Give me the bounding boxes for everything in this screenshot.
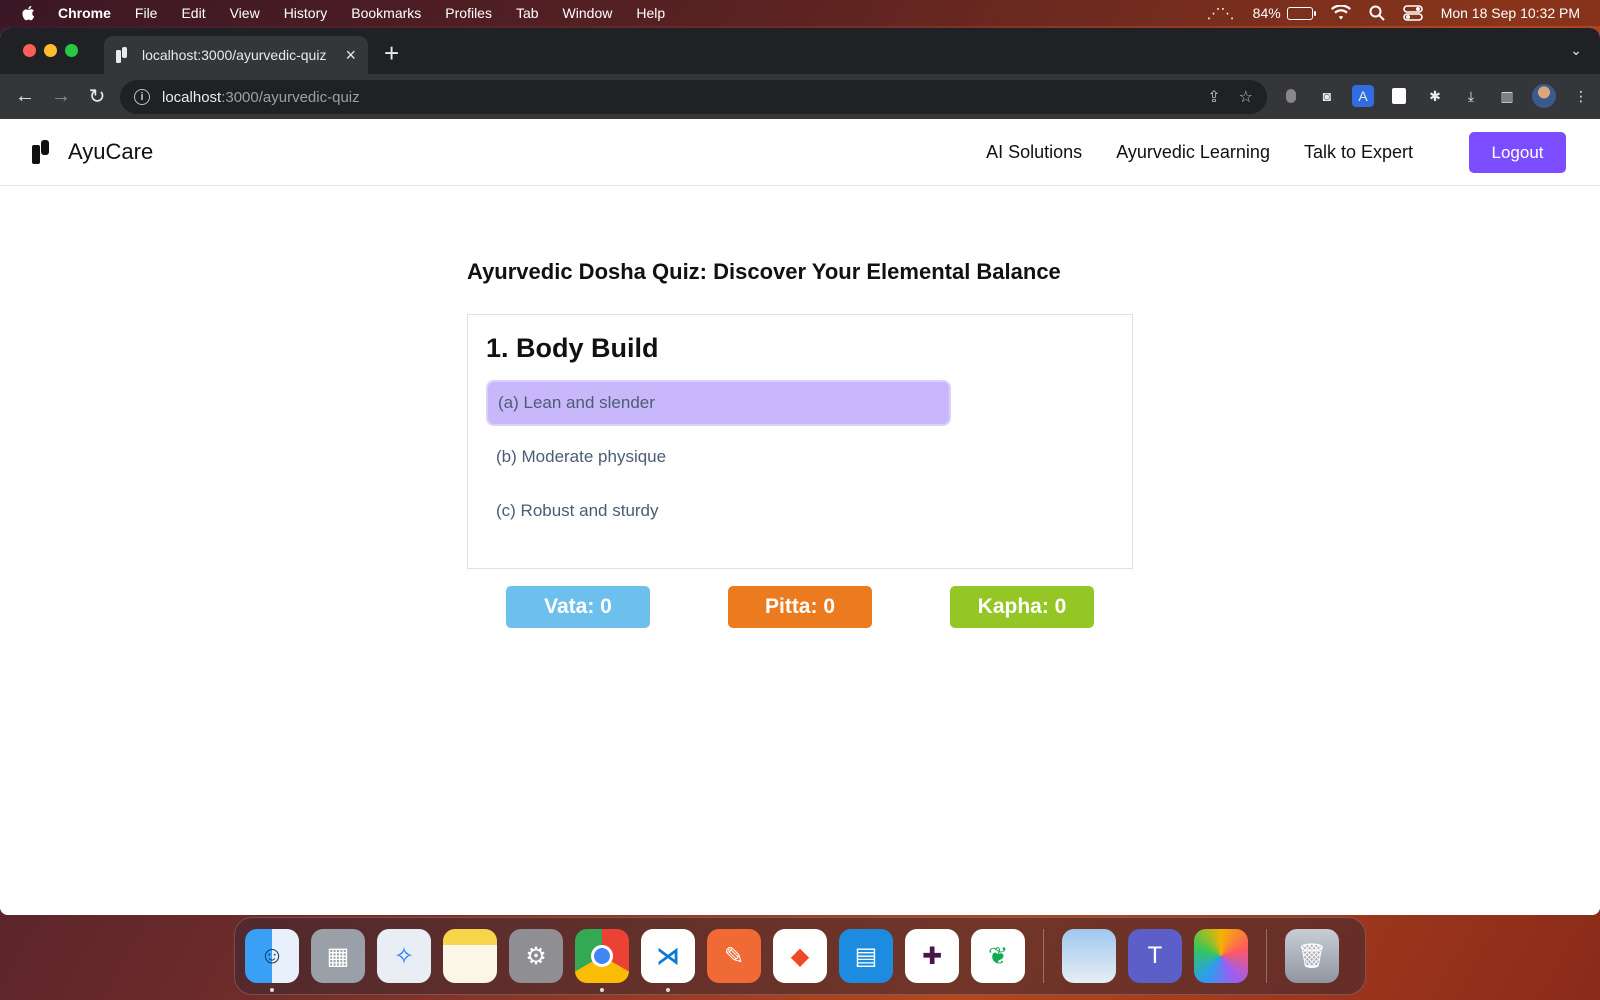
dosha-scores: Vata: 0 Pitta: 0 Kapha: 0 [467,586,1133,628]
ayucare-favicon-icon [116,47,127,63]
menu-history[interactable]: History [284,5,328,21]
browser-toolbar: ← → ↻ i localhost:3000/ayurvedic-quiz ⇪ … [0,74,1600,119]
menu-window[interactable]: Window [563,5,613,21]
logout-button[interactable]: Logout [1469,132,1566,173]
brand[interactable]: AyuCare [32,139,153,165]
option-b[interactable]: (b) Moderate physique [486,434,951,480]
close-window-button[interactable] [23,44,36,57]
tab-title: localhost:3000/ayurvedic-quiz [142,47,327,63]
extension-dark-icon[interactable] [1388,85,1410,107]
question-card: 1. Body Build (a) Lean and slender (b) M… [467,314,1133,569]
site-header: AyuCare AI Solutions Ayurvedic Learning … [0,119,1600,186]
kapha-score-badge: Kapha: 0 [950,586,1094,628]
dock-separator-2 [1266,929,1267,983]
option-a[interactable]: (a) Lean and slender [486,380,951,426]
minimize-window-button[interactable] [44,44,57,57]
macos-dock: ☺ ▦ ✧ ⚙ ⋊ ✎ ◆ ▤ ✚ ❦ T 🗑 [234,917,1366,995]
chrome-icon[interactable] [575,929,629,992]
forward-arrow-icon[interactable]: → [50,85,72,108]
menu-app-name[interactable]: Chrome [58,5,111,21]
control-center-icon[interactable] [1402,5,1423,21]
option-c[interactable]: (c) Robust and sturdy [486,488,951,534]
menu-help[interactable]: Help [636,5,665,21]
extension-grey-icon[interactable] [1280,85,1302,107]
tab-search-chevron-icon[interactable]: ⌄ [1570,42,1582,59]
reload-icon[interactable]: ↻ [86,84,108,109]
tab-strip: localhost:3000/ayurvedic-quiz × + ⌄ [0,28,1600,74]
back-arrow-icon[interactable]: ← [14,85,36,108]
bookmark-star-icon[interactable]: ☆ [1239,87,1253,107]
postman-icon[interactable]: ✎ [707,929,761,983]
docker-icon[interactable]: ▤ [839,929,893,983]
launchpad-icon[interactable]: ▦ [311,929,365,983]
extensions-area: ◙ A ✱ ⤓ ▥ ⋮ [1280,84,1592,108]
menu-edit[interactable]: Edit [181,5,205,21]
question-title: 1. Body Build [486,333,659,363]
puzzle-extensions-icon[interactable]: ✱ [1424,85,1446,107]
main-nav: AI Solutions Ayurvedic Learning Talk to … [986,132,1566,173]
web-page: AyuCare AI Solutions Ayurvedic Learning … [0,119,1600,915]
photos-icon[interactable] [1194,929,1248,983]
zoom-window-button[interactable] [65,44,78,57]
brand-name: AyuCare [68,139,154,164]
nav-talk-to-expert[interactable]: Talk to Expert [1304,142,1413,163]
macos-menu-bar: Chrome File Edit View History Bookmarks … [0,0,1600,26]
spotlight-search-icon[interactable] [1369,5,1385,21]
nav-ayurvedic-learning[interactable]: Ayurvedic Learning [1116,142,1270,163]
finder-icon[interactable]: ☺ [245,929,299,992]
address-bar[interactable]: i localhost:3000/ayurvedic-quiz ⇪ ☆ [120,80,1267,114]
url-host: localhost [162,88,222,106]
preview-icon[interactable] [1062,929,1116,983]
notes-icon[interactable] [443,929,497,983]
camera-extension-icon[interactable]: ◙ [1316,85,1338,107]
menubar-clock[interactable]: Mon 18 Sep 10:32 PM [1441,5,1580,21]
menu-bookmarks[interactable]: Bookmarks [351,5,421,21]
battery-status[interactable]: 84% [1252,5,1316,21]
apple-icon[interactable] [20,4,38,22]
quiz-title: Ayurvedic Dosha Quiz: Discover Your Elem… [467,259,1061,284]
ayucare-logo-icon [32,140,49,164]
menubar-status-area: ⋰⋱ 84% Mon 18 Sep 10:32 PM [1207,0,1580,26]
dock-separator [1043,929,1044,983]
mongodb-icon[interactable]: ❦ [971,929,1025,983]
new-tab-icon[interactable]: + [384,38,399,69]
quiz-section: Ayurvedic Dosha Quiz: Discover Your Elem… [467,259,1133,628]
menu-file[interactable]: File [135,5,158,21]
wifi-icon[interactable] [1330,5,1351,21]
menu-tab[interactable]: Tab [516,5,539,21]
download-icon[interactable]: ⤓ [1460,85,1482,107]
menu-view[interactable]: View [230,5,260,21]
translate-extension-icon[interactable]: A [1352,85,1374,107]
vata-score-badge: Vata: 0 [506,586,650,628]
omnibox-actions: ⇪ ☆ [1207,87,1253,107]
system-settings-icon[interactable]: ⚙ [509,929,563,983]
side-panel-icon[interactable]: ▥ [1496,85,1518,107]
safari-icon[interactable]: ✧ [377,929,431,983]
window-controls [23,44,78,57]
site-info-icon[interactable]: i [134,89,150,105]
brave-icon[interactable]: ◆ [773,929,827,983]
nav-ai-solutions[interactable]: AI Solutions [986,142,1082,163]
battery-icon [1286,6,1316,20]
pitta-score-badge: Pitta: 0 [728,586,872,628]
share-icon[interactable]: ⇪ [1207,87,1220,107]
teams-icon[interactable]: T [1128,929,1182,983]
activity-icon[interactable]: ⋰⋱ [1207,5,1235,22]
menu-profiles[interactable]: Profiles [445,5,492,21]
active-tab[interactable]: localhost:3000/ayurvedic-quiz × [104,36,368,74]
slack-icon[interactable]: ✚ [905,929,959,983]
close-tab-icon[interactable]: × [345,45,356,66]
trash-icon[interactable]: 🗑 [1285,929,1339,983]
chrome-window: localhost:3000/ayurvedic-quiz × + ⌄ ← → … [0,28,1600,915]
battery-percent: 84% [1252,5,1281,21]
url-path: :3000/ayurvedic-quiz [221,88,360,106]
vscode-icon[interactable]: ⋊ [641,929,695,992]
profile-avatar[interactable] [1532,84,1556,108]
chrome-menu-icon[interactable]: ⋮ [1570,85,1592,107]
